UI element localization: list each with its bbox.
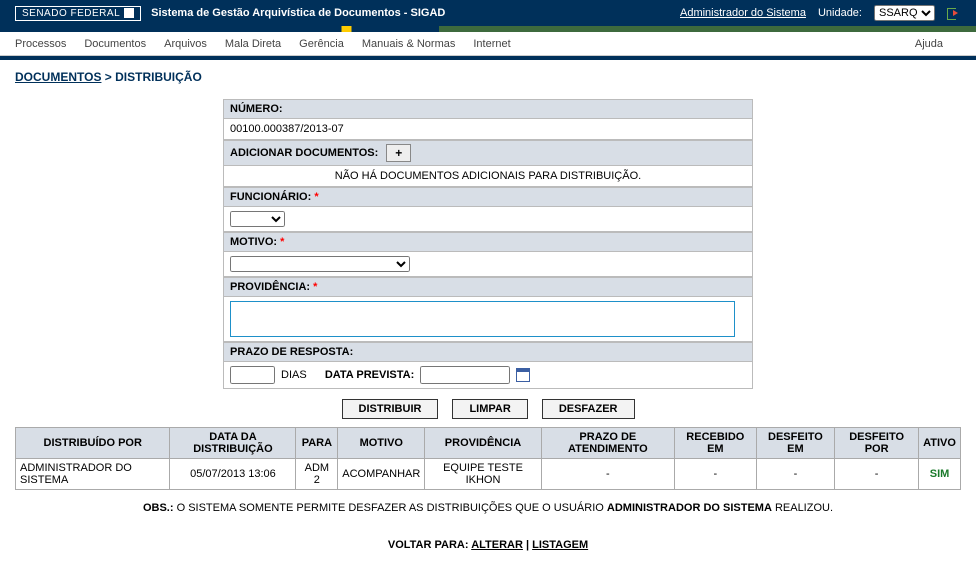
- funcionario-select[interactable]: [230, 211, 285, 227]
- numero-label: NÚMERO:: [230, 103, 283, 115]
- history-header-row: DISTRIBUÍDO POR DATA DA DISTRIBUIÇÃO PAR…: [16, 428, 961, 459]
- menu-processos[interactable]: Processos: [15, 38, 66, 50]
- desfazer-button[interactable]: DESFAZER: [542, 399, 635, 419]
- menubar: Processos Documentos Arquivos Mala Diret…: [0, 32, 976, 56]
- providencia-label: PROVIDÊNCIA:: [230, 281, 310, 293]
- voltar-label: VOLTAR PARA:: [388, 539, 469, 551]
- menu-ajuda[interactable]: Ajuda: [915, 38, 943, 50]
- menu-documentos[interactable]: Documentos: [84, 38, 146, 50]
- motivo-label-row: MOTIVO: *: [224, 232, 752, 252]
- obs-bold: ADMINISTRADOR DO SISTEMA: [607, 502, 772, 514]
- numero-label-row: NÚMERO:: [224, 100, 752, 119]
- motivo-select[interactable]: [230, 256, 410, 272]
- motivo-row: [224, 252, 752, 277]
- senado-flag-icon: [124, 8, 134, 18]
- voltar-alterar-link[interactable]: ALTERAR: [471, 539, 523, 551]
- breadcrumb-documentos[interactable]: DOCUMENTOS: [15, 70, 101, 84]
- dias-label: DIAS: [281, 369, 307, 381]
- system-title: Sistema de Gestão Arquivística de Docume…: [151, 7, 445, 19]
- th-prazo: PRAZO DE ATENDIMENTO: [541, 428, 674, 459]
- topbar-right: Administrador do Sistema Unidade: SSARQ: [680, 5, 961, 21]
- td-motivo: ACOMPANHAR: [338, 459, 425, 490]
- breadcrumb-sep: >: [101, 70, 115, 84]
- td-para: ADM 2: [296, 459, 338, 490]
- logout-icon[interactable]: [947, 6, 961, 20]
- th-distribuido-por: DISTRIBUÍDO POR: [16, 428, 170, 459]
- td-providencia: EQUIPE TESTE IKHON: [425, 459, 541, 490]
- th-desfeito-por: DESFEITO POR: [835, 428, 919, 459]
- th-motivo: MOTIVO: [338, 428, 425, 459]
- prazo-label: PRAZO DE RESPOSTA:: [230, 346, 353, 358]
- providencia-textarea[interactable]: [230, 301, 735, 337]
- dias-input[interactable]: [230, 366, 275, 384]
- breadcrumb-distribuicao: DISTRIBUIÇÃO: [115, 70, 202, 84]
- adicionar-row: ADICIONAR DOCUMENTOS: +: [224, 140, 752, 166]
- motivo-label: MOTIVO:: [230, 236, 277, 248]
- th-para: PARA: [296, 428, 338, 459]
- th-providencia: PROVIDÊNCIA: [425, 428, 541, 459]
- th-recebido: RECEBIDO EM: [674, 428, 756, 459]
- obs-text1: O SISTEMA SOMENTE PERMITE DESFAZER AS DI…: [174, 502, 607, 514]
- td-recebido: -: [674, 459, 756, 490]
- add-doc-button[interactable]: +: [386, 144, 411, 162]
- content: DOCUMENTOS > DISTRIBUIÇÃO NÚMERO: 00100.…: [0, 60, 976, 561]
- funcionario-label-row: FUNCIONÁRIO: *: [224, 187, 752, 207]
- history-table: DISTRIBUÍDO POR DATA DA DISTRIBUIÇÃO PAR…: [15, 427, 961, 490]
- funcionario-req: *: [314, 191, 318, 203]
- prazo-label-row: PRAZO DE RESPOSTA:: [224, 342, 752, 362]
- distribution-form: NÚMERO: 00100.000387/2013-07 ADICIONAR D…: [223, 99, 753, 389]
- prazo-row: DIAS DATA PREVISTA:: [224, 362, 752, 388]
- td-desfeito-em: -: [756, 459, 834, 490]
- obs-text2: REALIZOU.: [772, 502, 833, 514]
- providencia-label-row: PROVIDÊNCIA: *: [224, 277, 752, 297]
- table-row: ADMINISTRADOR DO SISTEMA 05/07/2013 13:0…: [16, 459, 961, 490]
- th-desfeito-em: DESFEITO EM: [756, 428, 834, 459]
- data-prevista-label: DATA PREVISTA:: [325, 369, 414, 381]
- admin-link[interactable]: Administrador do Sistema: [680, 7, 806, 19]
- numero-value: 00100.000387/2013-07: [230, 123, 344, 135]
- menu-gerencia[interactable]: Gerência: [299, 38, 344, 50]
- calendar-icon[interactable]: [516, 368, 530, 382]
- limpar-button[interactable]: LIMPAR: [452, 399, 527, 419]
- unidade-label: Unidade:: [818, 7, 862, 19]
- td-desfeito-por: -: [835, 459, 919, 490]
- th-ativo: ATIVO: [919, 428, 961, 459]
- distribuir-button[interactable]: DISTRIBUIR: [342, 399, 439, 419]
- senado-label: SENADO FEDERAL: [22, 8, 120, 19]
- numero-value-row: 00100.000387/2013-07: [224, 119, 752, 140]
- voltar-sep: |: [523, 539, 532, 551]
- menu-internet[interactable]: Internet: [473, 38, 510, 50]
- obs-prefix: OBS.:: [143, 502, 174, 514]
- funcionario-row: [224, 207, 752, 232]
- data-prevista-input[interactable]: [420, 366, 510, 384]
- menu-mala-direta[interactable]: Mala Direta: [225, 38, 281, 50]
- unidade-select[interactable]: SSARQ: [874, 5, 935, 21]
- voltar-listagem-link[interactable]: LISTAGEM: [532, 539, 588, 551]
- funcionario-label: FUNCIONÁRIO:: [230, 191, 311, 203]
- senado-badge: SENADO FEDERAL: [15, 6, 141, 21]
- th-data: DATA DA DISTRIBUIÇÃO: [170, 428, 296, 459]
- obs-note: OBS.: O SISTEMA SOMENTE PERMITE DESFAZER…: [15, 502, 961, 514]
- td-prazo: -: [541, 459, 674, 490]
- voltar-row: VOLTAR PARA: ALTERAR | LISTAGEM: [15, 539, 961, 551]
- providencia-row: [224, 297, 752, 342]
- breadcrumb: DOCUMENTOS > DISTRIBUIÇÃO: [15, 70, 961, 84]
- topbar-left: SENADO FEDERAL Sistema de Gestão Arquiví…: [15, 6, 445, 21]
- td-distribuido-por: ADMINISTRADOR DO SISTEMA: [16, 459, 170, 490]
- td-ativo: SIM: [919, 459, 961, 490]
- motivo-req: *: [280, 236, 284, 248]
- td-data: 05/07/2013 13:06: [170, 459, 296, 490]
- menu-arquivos[interactable]: Arquivos: [164, 38, 207, 50]
- action-buttons: DISTRIBUIR LIMPAR DESFAZER: [15, 399, 961, 419]
- providencia-req: *: [313, 281, 317, 293]
- menu-manuais[interactable]: Manuais & Normas: [362, 38, 456, 50]
- adicionar-label: ADICIONAR DOCUMENTOS:: [230, 147, 378, 159]
- topbar: SENADO FEDERAL Sistema de Gestão Arquiví…: [0, 0, 976, 26]
- no-docs-message: NÃO HÁ DOCUMENTOS ADICIONAIS PARA DISTRI…: [224, 166, 752, 187]
